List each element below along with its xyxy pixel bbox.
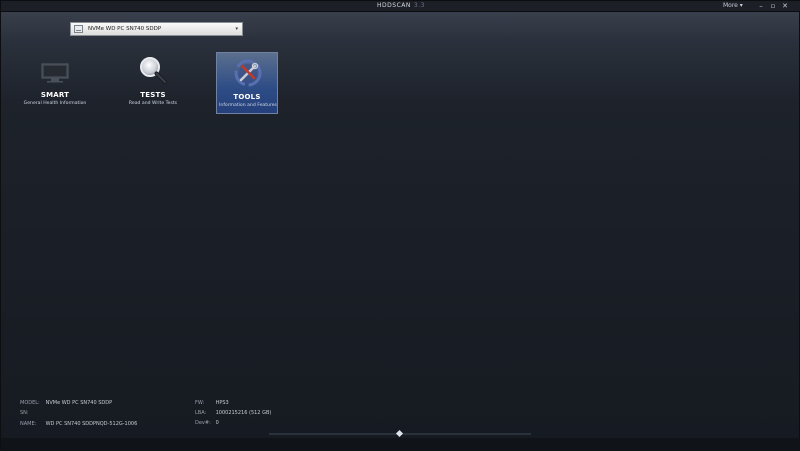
name-label: NAME: <box>20 421 37 427</box>
app-version: 3.3 <box>413 2 425 9</box>
maximize-button[interactable]: ▫ <box>768 1 778 11</box>
sn-label: SN: <box>20 410 29 416</box>
chevron-down-icon[interactable]: ▾ <box>235 23 238 35</box>
scroll-indicator-icon[interactable] <box>395 429 404 438</box>
more-menu-button[interactable]: More ▾ <box>723 1 743 11</box>
title-bar: HDDSCAN 3.3 More ▾ – ▫ ✕ <box>1 1 800 12</box>
minimize-button[interactable]: – <box>756 1 766 11</box>
smart-title: SMART <box>40 91 70 99</box>
smart-description: General Health Information <box>23 101 87 106</box>
lba-value: 1000215216 (512 GB) <box>215 410 272 416</box>
monitor-icon <box>41 63 69 83</box>
tools-tool-button[interactable]: TOOLS Information and Features <box>216 52 278 114</box>
fw-value: HPS3 <box>215 400 229 406</box>
dev-value: 0 <box>215 420 219 426</box>
drive-select-dropdown[interactable]: NVMe WD PC SN740 SDDP ▾ <box>70 22 243 36</box>
drive-icon <box>74 25 83 33</box>
app-title: HDDSCAN 3.3 <box>341 1 461 11</box>
wrench-icon <box>234 59 262 87</box>
tests-title: TESTS <box>140 91 166 99</box>
drive-select-value: NVMe WD PC SN740 SDDP <box>88 26 162 32</box>
dev-label: Dev#: <box>195 420 211 426</box>
bottom-border <box>1 438 800 451</box>
tests-description: Read and Write Tests <box>128 101 178 106</box>
lba-info: LBA: 1000215216 (512 GB) <box>195 410 271 416</box>
model-value: NVMe WD PC SN740 SDDP <box>45 400 113 406</box>
tests-tool-button[interactable]: TESTS Read and Write Tests <box>122 51 184 113</box>
model-info: MODEL: NVMe WD PC SN740 SDDP <box>20 400 112 406</box>
magnifier-icon <box>140 57 167 84</box>
model-label: MODEL: <box>20 400 40 406</box>
app-window: HDDSCAN 3.3 More ▾ – ▫ ✕ NVMe WD PC SN740… <box>0 0 800 451</box>
lba-label: LBA: <box>195 410 207 416</box>
sn-info: SN: <box>20 410 44 416</box>
dev-info: Dev#: 0 <box>195 420 219 426</box>
name-info: NAME: WD PC SN740 SDDPNQD-512G-1006 <box>20 421 137 427</box>
close-button[interactable]: ✕ <box>780 1 790 11</box>
tools-description: Information and Features <box>219 103 277 108</box>
name-value: WD PC SN740 SDDPNQD-512G-1006 <box>45 421 138 427</box>
fw-info: FW: HPS3 <box>195 400 229 406</box>
smart-tool-button[interactable]: SMART General Health Information <box>24 51 86 113</box>
fw-label: FW: <box>195 400 205 406</box>
app-name: HDDSCAN <box>377 2 411 9</box>
tools-title: TOOLS <box>233 93 261 101</box>
